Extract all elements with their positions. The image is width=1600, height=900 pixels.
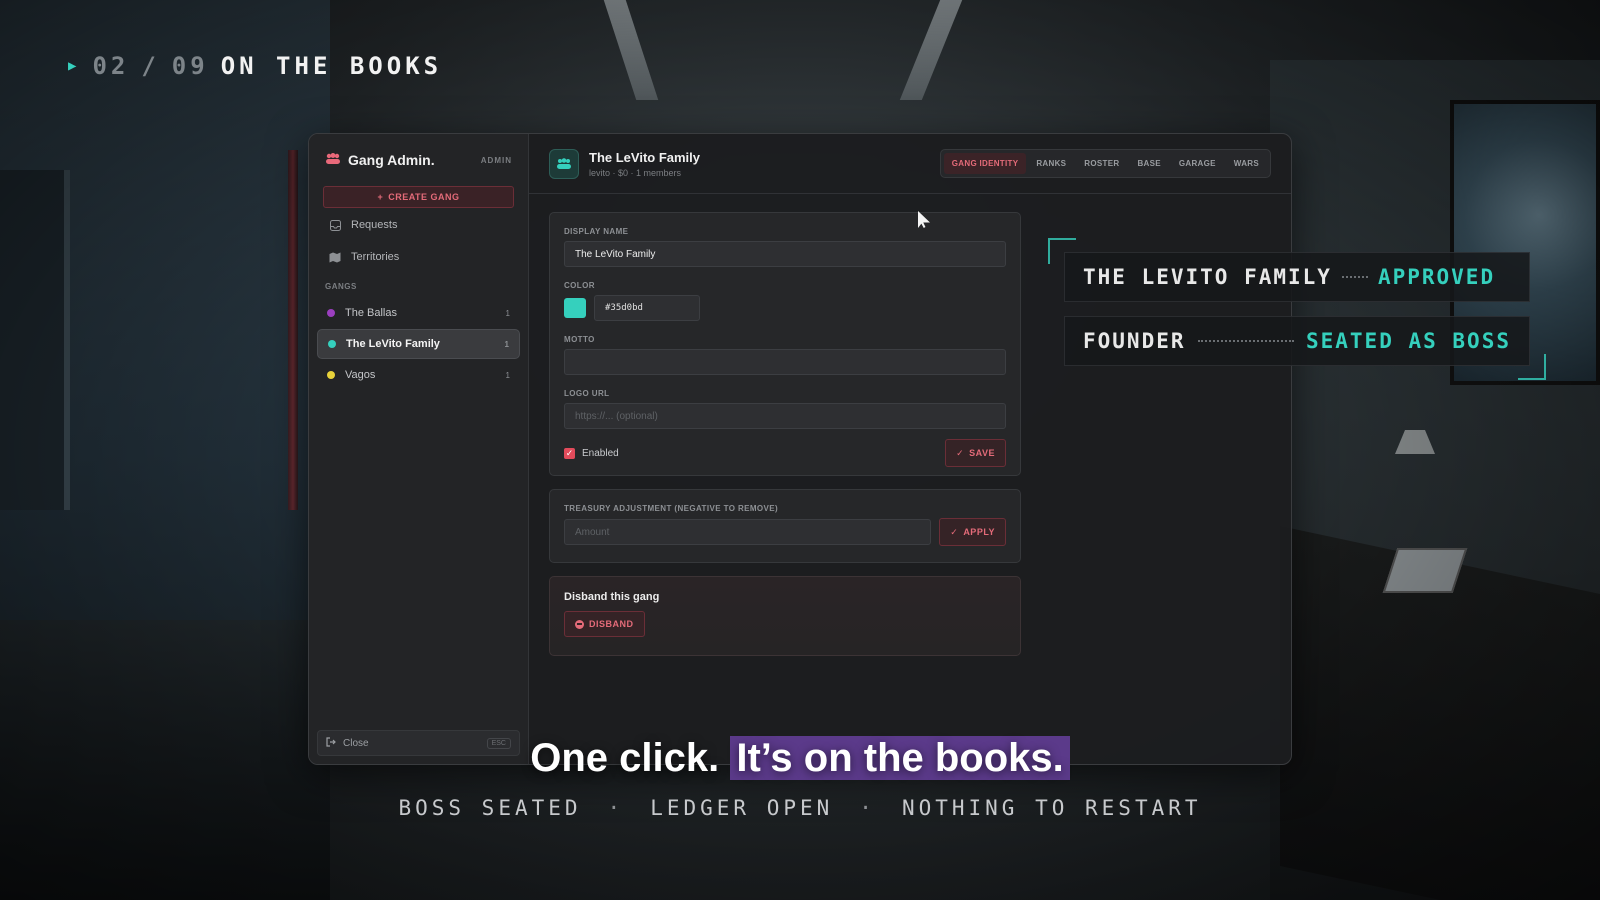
- callout-founder: FOUNDER SEATED AS BOSS: [1064, 316, 1530, 366]
- tab-base[interactable]: BASE: [1129, 153, 1168, 174]
- callout-leader: [1341, 276, 1368, 278]
- gang-member-count: 1: [505, 308, 510, 318]
- step-total: 09: [171, 52, 209, 80]
- sidebar-item-territories[interactable]: Territories: [317, 242, 520, 272]
- gang-avatar: [549, 148, 579, 179]
- apply-label: APPLY: [963, 527, 995, 537]
- gang-header: The LeVito Family levito · $0 · 1 member…: [529, 134, 1291, 194]
- apply-button[interactable]: ✓ APPLY: [939, 518, 1006, 546]
- gang-admin-window: Gang Admin. ADMIN + CREATE GANG Requests…: [308, 133, 1292, 765]
- callout-key: THE LEVITO FAMILY: [1083, 265, 1332, 289]
- sidebar-item-label: Requests: [351, 219, 398, 231]
- step-header: ▶ 02 / 09 ON THE BOOKS: [68, 52, 442, 80]
- sidebar-item-requests[interactable]: Requests: [317, 210, 520, 240]
- group-icon: [325, 152, 341, 168]
- gang-title: The LeVito Family: [589, 149, 701, 165]
- subcaption-separator: ·: [859, 796, 876, 820]
- callout-value: SEATED AS BOSS: [1305, 329, 1511, 353]
- save-button[interactable]: ✓ SAVE: [945, 439, 1006, 467]
- callout-bracket: [1518, 354, 1546, 380]
- play-icon: ▶: [68, 58, 81, 74]
- tab-wars[interactable]: WARS: [1226, 153, 1267, 174]
- caption-highlight: It’s on the books.: [730, 736, 1070, 780]
- tab-roster[interactable]: ROSTER: [1076, 153, 1127, 174]
- gang-subtitle: levito · $0 · 1 members: [589, 167, 682, 178]
- tab-ranks[interactable]: RANKS: [1028, 153, 1074, 174]
- brand: Gang Admin. ADMIN: [317, 148, 520, 186]
- logo-url-input[interactable]: [564, 403, 1006, 429]
- gang-color-dot: [328, 340, 336, 348]
- gang-name: The LeVito Family: [346, 338, 440, 350]
- motto-label: MOTTO: [564, 335, 595, 344]
- treasury-card: TREASURY ADJUSTMENT (NEGATIVE TO REMOVE)…: [549, 489, 1021, 563]
- sidebar-gang-ballas[interactable]: The Ballas 1: [317, 298, 520, 328]
- gangs-section-label: GANGS: [325, 282, 357, 291]
- save-label: SAVE: [969, 448, 995, 458]
- caption-plain: One click.: [530, 736, 720, 780]
- map-icon: [329, 251, 341, 263]
- subcaption-item: LEDGER OPEN: [650, 796, 834, 820]
- subcaption-item: NOTHING TO RESTART: [901, 796, 1202, 820]
- inbox-icon: [329, 219, 341, 231]
- callout-key: FOUNDER: [1083, 329, 1186, 353]
- callout-value: APPROVED: [1377, 265, 1496, 289]
- subcaption: BOSS SEATED · LEDGER OPEN · NOTHING TO RESTA…: [0, 796, 1600, 820]
- callout-leader: [1197, 340, 1294, 342]
- sidebar: Gang Admin. ADMIN + CREATE GANG Requests…: [309, 134, 529, 764]
- disband-button[interactable]: DISBAND: [564, 611, 645, 637]
- subcaption-item: BOSS SEATED: [398, 796, 582, 820]
- enabled-label: Enabled: [582, 447, 619, 459]
- color-label: COLOR: [564, 281, 595, 290]
- disband-title: Disband this gang: [564, 591, 660, 603]
- check-icon: ✓: [956, 447, 965, 458]
- check-icon: ✓: [950, 526, 959, 537]
- plus-icon: +: [377, 192, 384, 202]
- brand-title: Gang Admin.: [348, 152, 435, 168]
- treasury-amount-input[interactable]: [564, 519, 932, 545]
- tab-bar: GANG IDENTITY RANKS ROSTER BASE GARAGE W…: [939, 149, 1271, 178]
- motto-input[interactable]: [564, 349, 1006, 375]
- disband-label: DISBAND: [589, 619, 634, 629]
- main-panel: The LeVito Family levito · $0 · 1 member…: [529, 134, 1291, 764]
- step-current: 02: [92, 52, 130, 80]
- gang-name: The Ballas: [345, 307, 397, 319]
- minus-circle-icon: [575, 619, 584, 629]
- display-name-input[interactable]: [564, 241, 1006, 267]
- step-title: ON THE BOOKS: [220, 52, 443, 80]
- color-hex-input[interactable]: [594, 295, 700, 321]
- create-gang-label: CREATE GANG: [388, 192, 460, 202]
- tab-garage[interactable]: GARAGE: [1171, 153, 1224, 174]
- step-separator: /: [141, 52, 160, 80]
- caption: One click. It’s on the books.: [0, 736, 1600, 781]
- treasury-label: TREASURY ADJUSTMENT (NEGATIVE TO REMOVE): [564, 504, 779, 513]
- enabled-checkbox[interactable]: ✓: [564, 447, 575, 459]
- color-swatch[interactable]: [564, 298, 586, 318]
- gang-color-dot: [327, 371, 335, 379]
- disband-card: Disband this gang DISBAND: [549, 576, 1021, 656]
- gang-member-count: 1: [504, 339, 509, 349]
- create-gang-button[interactable]: + CREATE GANG: [323, 186, 514, 208]
- subcaption-separator: ·: [607, 796, 625, 820]
- sidebar-gang-vagos[interactable]: Vagos 1: [317, 360, 520, 390]
- gang-name: Vagos: [345, 369, 376, 381]
- identity-card: DISPLAY NAME COLOR MOTTO LOGO URL ✓ E: [549, 212, 1021, 476]
- logo-url-label: LOGO URL: [564, 389, 610, 398]
- tab-gang-identity[interactable]: GANG IDENTITY: [943, 153, 1027, 174]
- callout-approved: THE LEVITO FAMILY APPROVED: [1064, 252, 1530, 302]
- display-name-label: DISPLAY NAME: [564, 227, 629, 236]
- admin-badge: ADMIN: [480, 155, 512, 165]
- gang-member-count: 1: [505, 370, 510, 380]
- sidebar-item-label: Territories: [351, 251, 400, 263]
- sidebar-gang-levito[interactable]: The LeVito Family 1: [317, 329, 520, 359]
- gang-color-dot: [327, 309, 335, 317]
